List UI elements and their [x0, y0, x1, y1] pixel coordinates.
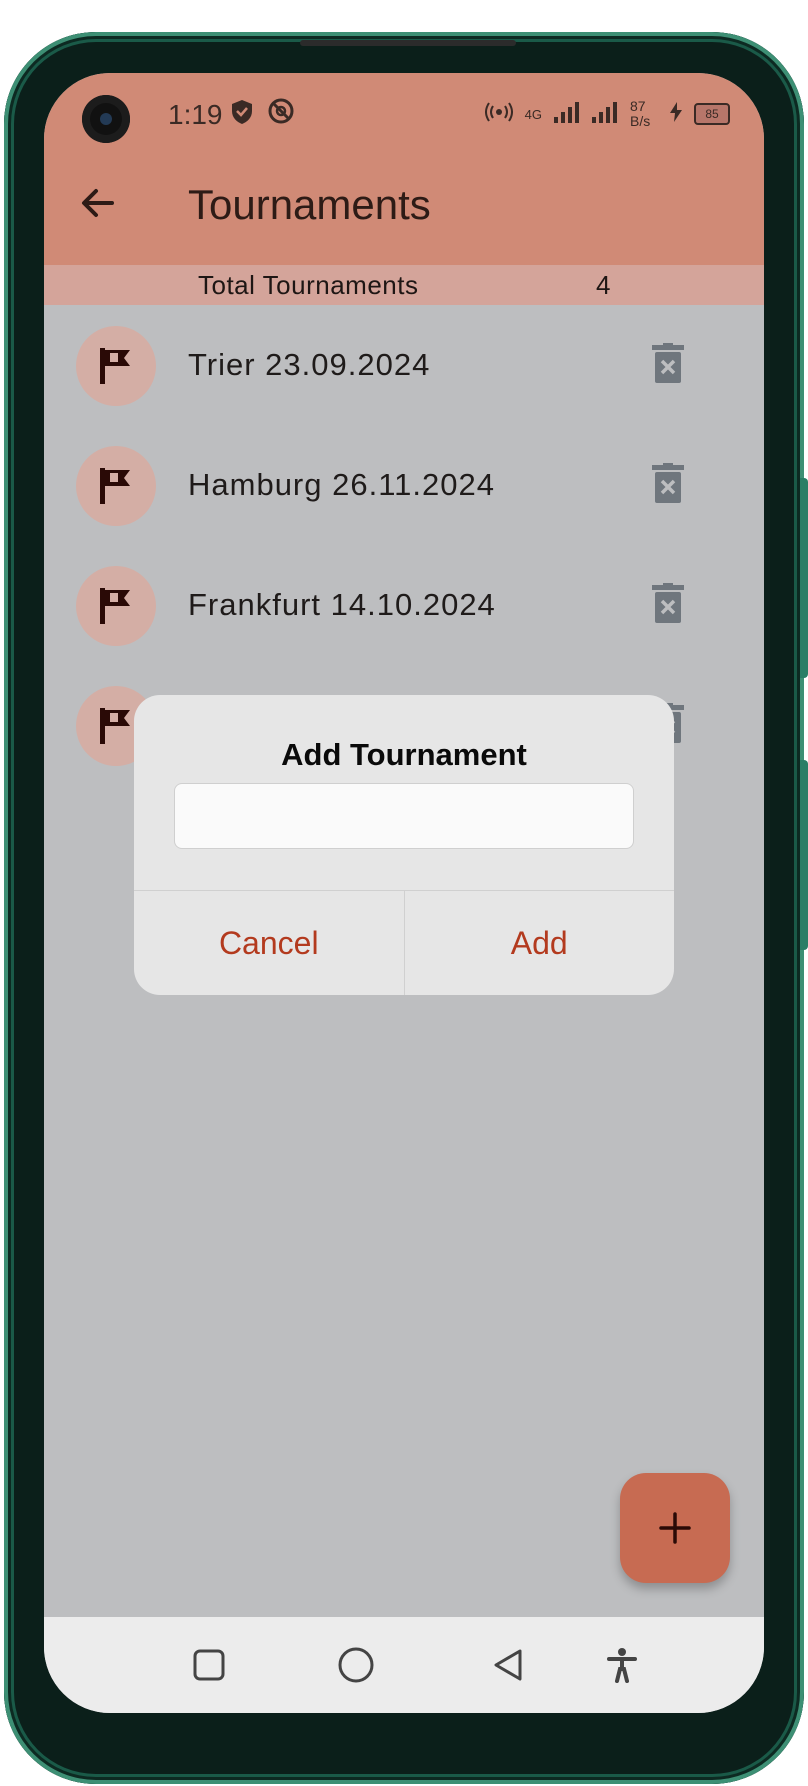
tournament-name: Trier 23.09.2024: [188, 347, 431, 382]
avatar: [76, 326, 156, 406]
device-screen: 1:19 4G 87 B/s 85 Tournaments Total Tour…: [44, 73, 764, 1713]
summary-label: Total Tournaments: [198, 270, 419, 300]
tournament-name: Frankfurt 14.10.2024: [188, 587, 496, 622]
front-camera: [82, 95, 130, 143]
avatar: [76, 446, 156, 526]
hotspot-icon: [484, 101, 513, 127]
trash-icon[interactable]: [652, 343, 684, 383]
tournament-name-input[interactable]: [174, 783, 634, 849]
page-title: Tournaments: [188, 181, 431, 228]
system-nav-bar: [44, 1617, 764, 1713]
list-item[interactable]: Trier 23.09.2024: [44, 305, 764, 425]
shield-icon: [230, 100, 267, 131]
list-item[interactable]: Hamburg 26.11.2024: [44, 425, 764, 545]
home-icon[interactable]: [336, 1645, 376, 1685]
list-item[interactable]: Frankfurt 14.10.2024: [44, 545, 764, 665]
flag-icon: [100, 708, 130, 744]
charging-icon: [670, 101, 682, 127]
summary-bar: Total Tournaments 4: [44, 265, 764, 305]
power-button: [800, 760, 808, 950]
flag-icon: [100, 348, 130, 384]
cancel-button[interactable]: Cancel: [134, 891, 404, 995]
network-speed: 87 B/s: [630, 98, 651, 129]
plus-icon: [659, 1512, 691, 1544]
recents-icon[interactable]: [191, 1647, 227, 1683]
add-tournament-dialog: Add Tournament Cancel Add: [134, 695, 674, 995]
status-time: 1:19: [168, 99, 223, 130]
network-type: 4G: [524, 106, 542, 122]
summary-count: 4: [596, 270, 611, 300]
signal-icon: [592, 101, 618, 128]
back-icon[interactable]: [490, 1647, 526, 1683]
add-tournament-fab[interactable]: [620, 1473, 730, 1583]
back-arrow-icon[interactable]: [76, 181, 120, 225]
status-left-icons: [230, 97, 295, 132]
accessibility-icon[interactable]: [604, 1647, 640, 1683]
phone-speaker: [300, 40, 516, 46]
no-disturb-icon: [267, 98, 295, 131]
status-right-icons: 4G 87 B/s 85: [484, 98, 730, 129]
dialog-actions: Cancel Add: [134, 890, 674, 995]
dialog-title: Add Tournament: [281, 737, 527, 772]
flag-icon: [100, 588, 130, 624]
trash-icon[interactable]: [652, 583, 684, 623]
flag-icon: [100, 468, 130, 504]
signal-icon: [554, 101, 580, 128]
app-bar: 1:19 4G 87 B/s 85 Tournaments: [44, 73, 764, 265]
battery-icon: 85: [694, 103, 730, 125]
tournament-name: Hamburg 26.11.2024: [188, 467, 495, 502]
trash-icon[interactable]: [652, 463, 684, 503]
avatar: [76, 566, 156, 646]
add-button[interactable]: Add: [403, 891, 675, 995]
volume-button: [800, 478, 808, 678]
